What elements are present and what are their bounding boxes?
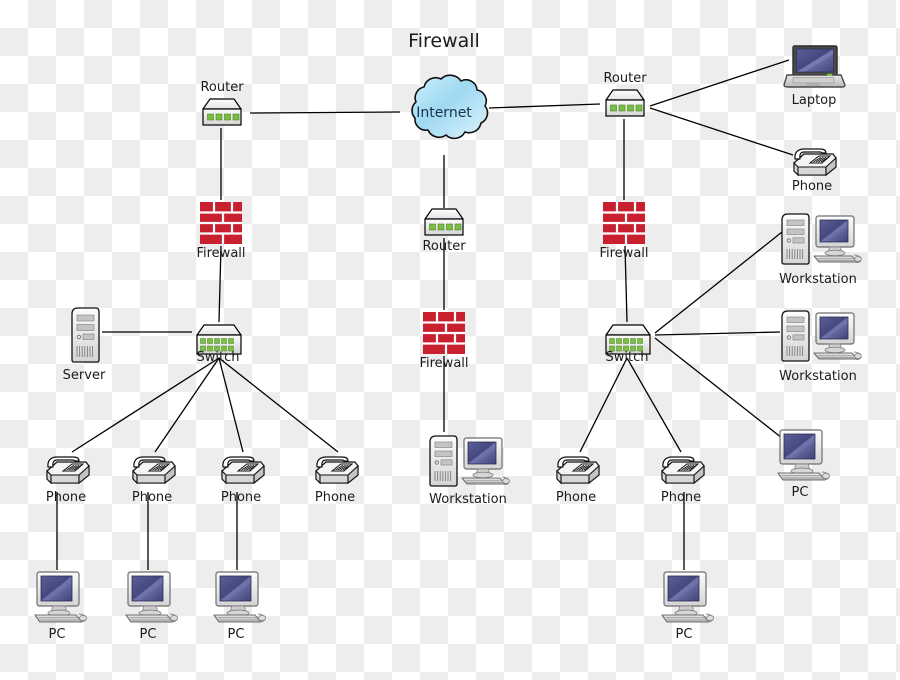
link-switch-left-to-phone-3 [218, 357, 244, 453]
node-phone-left-2[interactable]: Phone [132, 456, 176, 505]
pc-icon [661, 571, 715, 623]
node-label-firewall-mid: Firewall [419, 356, 468, 371]
node-label-server: Server [63, 368, 106, 383]
link-switch-right-to-workstation-1 [654, 231, 783, 334]
node-pc-bottom-2[interactable]: PC [125, 571, 179, 642]
node-pc-bottom-1[interactable]: PC [34, 571, 88, 642]
phone-icon [221, 456, 265, 484]
node-label-phone-right-2: Phone [661, 490, 701, 505]
node-label-pc-right: PC [792, 485, 809, 500]
node-phone-left-4[interactable]: Phone [315, 456, 359, 505]
node-label-phone-left-1: Phone [46, 490, 86, 505]
node-router-left[interactable]: Router [200, 80, 244, 126]
firewall-icon [601, 200, 647, 246]
router-icon [605, 89, 645, 117]
node-label-firewall-left: Firewall [196, 246, 245, 261]
diagram-canvas: Firewall Internet Router Router Router F… [0, 0, 900, 680]
router-icon [202, 98, 242, 126]
node-firewall-right[interactable]: Firewall [599, 200, 649, 261]
node-pc-right[interactable]: PC [777, 429, 831, 500]
node-label-router-mid: Router [422, 239, 466, 254]
node-phone-left-1[interactable]: Phone [46, 456, 90, 505]
link-switch-left-to-phone-2 [154, 357, 220, 453]
node-phone-right-1[interactable]: Phone [556, 456, 600, 505]
node-phone-router-right[interactable]: Phone [792, 148, 837, 194]
link-router-left-to-internet [249, 111, 401, 114]
phone-icon [556, 456, 600, 484]
pc-icon [125, 571, 179, 623]
node-switch-right[interactable]: Switch [605, 324, 651, 365]
network-topology-svg: Firewall Internet Router Router Router F… [34, 30, 863, 642]
node-label-switch-left: Switch [197, 350, 240, 365]
node-workstation-mid[interactable]: Workstation [429, 435, 511, 507]
node-label-pc-bottom-4: PC [676, 627, 693, 642]
node-label-phone-left-2: Phone [132, 490, 172, 505]
node-label-workstation-mid: Workstation [429, 492, 507, 507]
pc-icon [34, 571, 88, 623]
firewall-icon [421, 310, 467, 356]
link-router-right-to-laptop [649, 59, 790, 107]
node-firewall-left[interactable]: Firewall [196, 200, 246, 261]
link-switch-right-to-workstation-2 [654, 331, 781, 336]
link-switch-right-to-phone-1 [579, 357, 628, 453]
node-label-pc-bottom-1: PC [49, 627, 66, 642]
node-workstation-right-2[interactable]: Workstation [779, 310, 863, 384]
node-switch-left[interactable]: Switch [196, 324, 242, 365]
link-internet-to-router-right [488, 103, 601, 109]
node-label-pc-bottom-3: PC [228, 627, 245, 642]
phone-icon [793, 148, 837, 176]
firewall-icon [198, 200, 244, 246]
node-label-workstation-right-1: Workstation [779, 272, 857, 287]
node-label-phone-left-3: Phone [221, 490, 261, 505]
node-label-phone-left-4: Phone [315, 490, 355, 505]
page-title: Firewall [408, 30, 480, 52]
node-label-router-left: Router [200, 80, 244, 95]
workstation-icon [429, 435, 511, 487]
link-switch-right-to-phone-2 [626, 357, 682, 453]
link-switch-right-to-pc-right [654, 337, 783, 439]
laptop-icon [783, 45, 846, 88]
node-phone-left-3[interactable]: Phone [221, 456, 265, 505]
workstation-icon [781, 310, 863, 362]
phone-icon [132, 456, 176, 484]
phone-icon [661, 456, 705, 484]
node-firewall-mid[interactable]: Firewall [419, 310, 469, 371]
node-pc-bottom-3[interactable]: PC [213, 571, 267, 642]
node-label-internet: Internet [416, 105, 472, 121]
link-switch-left-to-phone-4 [218, 357, 339, 453]
router-icon [424, 208, 464, 236]
node-internet-cloud[interactable]: Internet [411, 74, 489, 140]
node-laptop[interactable]: Laptop [783, 45, 846, 108]
node-server[interactable]: Server [63, 307, 106, 383]
node-label-switch-right: Switch [606, 350, 649, 365]
phone-icon [46, 456, 90, 484]
node-label-phone-right-1: Phone [556, 490, 596, 505]
pc-icon [777, 429, 831, 481]
node-label-phone-router-right: Phone [792, 179, 832, 194]
node-router-mid[interactable]: Router [422, 208, 466, 254]
workstation-icon [781, 213, 863, 265]
node-label-laptop: Laptop [792, 93, 837, 108]
server-icon [71, 307, 100, 363]
node-router-right[interactable]: Router [603, 71, 647, 117]
node-label-router-right: Router [603, 71, 647, 86]
node-pc-bottom-4[interactable]: PC [661, 571, 715, 642]
pc-icon [213, 571, 267, 623]
node-label-workstation-right-2: Workstation [779, 369, 857, 384]
link-router-right-to-phone [649, 107, 794, 156]
node-label-pc-bottom-2: PC [140, 627, 157, 642]
node-workstation-right-1[interactable]: Workstation [779, 213, 863, 287]
node-phone-right-2[interactable]: Phone [661, 456, 705, 505]
node-label-firewall-right: Firewall [599, 246, 648, 261]
phone-icon [315, 456, 359, 484]
